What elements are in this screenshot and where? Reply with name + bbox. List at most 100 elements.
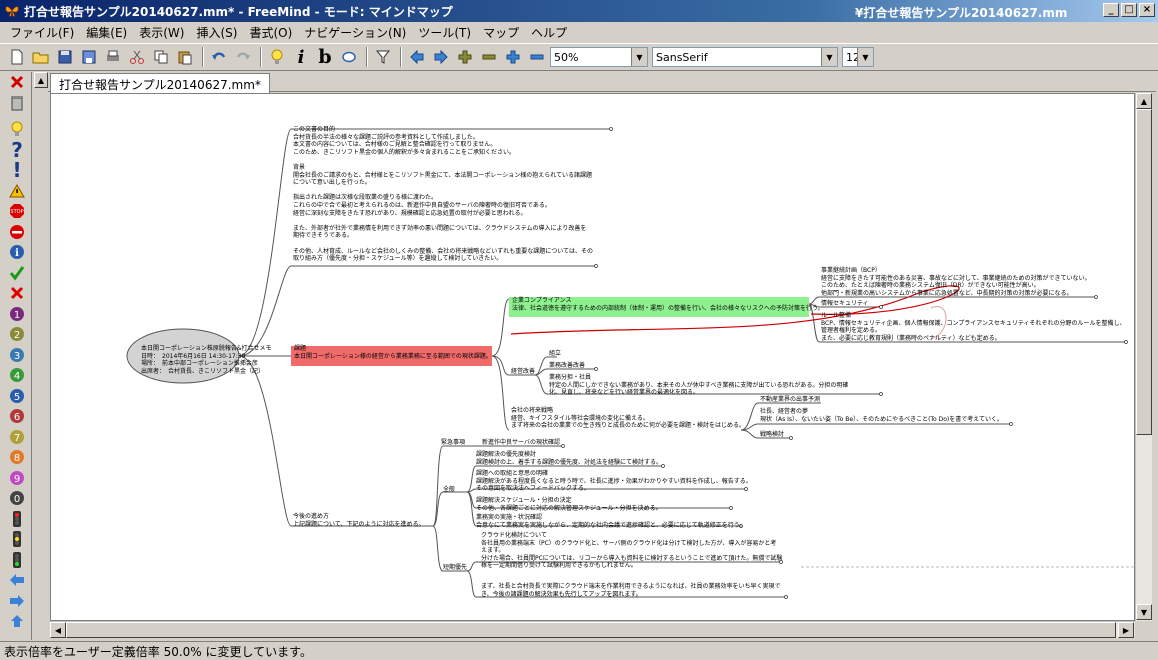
- urgent-node[interactable]: 緊急事項: [441, 439, 465, 447]
- policy-item-node[interactable]: 課題解決の優先度検討 課題検討の上、着手する課題の優先度、対処法を経験にて検討する…: [476, 451, 662, 466]
- zoom-out-icon[interactable]: [526, 46, 548, 68]
- maximize-button[interactable]: □: [1121, 3, 1137, 17]
- print-icon[interactable]: [102, 46, 124, 68]
- priority-0-icon[interactable]: 0: [5, 488, 29, 509]
- rules-node[interactable]: ルール整備 BCP、情報セキュリティ企画、個人情報保護、コンプライアンスセキュリ…: [821, 312, 1126, 342]
- trash-icon[interactable]: [5, 93, 29, 114]
- priority-4-icon[interactable]: 4: [5, 365, 29, 386]
- tab-map[interactable]: 打合せ報告サンプル20140627.mm*: [50, 73, 270, 93]
- navigate-back-icon[interactable]: [406, 46, 428, 68]
- menu-map[interactable]: マップ: [477, 24, 525, 41]
- issue-node[interactable]: 課題 本日開コーポレーション様の経営から業務業務に至る範囲での現状課題。: [294, 345, 492, 360]
- expand-plus-olive-icon[interactable]: [454, 46, 476, 68]
- vertical-scroll-thumb[interactable]: [1136, 109, 1152, 435]
- copy-icon[interactable]: [150, 46, 172, 68]
- priority-8-icon[interactable]: 8: [5, 447, 29, 468]
- traffic-light-green-icon[interactable]: [5, 550, 29, 571]
- traffic-light-yellow-icon[interactable]: [5, 529, 29, 550]
- no-entry-icon[interactable]: [5, 222, 29, 243]
- paste-icon[interactable]: [174, 46, 196, 68]
- mindmap-canvas[interactable]: 本日開コーポレーション株原脱報告&打合せメモ 日時： 2014年6月16日 14…: [50, 93, 1135, 621]
- save-icon[interactable]: [54, 46, 76, 68]
- scroll-left-icon[interactable]: ◀: [50, 622, 66, 638]
- warning-icon[interactable]: [5, 181, 29, 202]
- traffic-light-red-icon[interactable]: [5, 509, 29, 530]
- font-size-select[interactable]: 12 ▼: [842, 47, 874, 67]
- policy-item-node[interactable]: 課題解決スケジュール・分担の決定 その他、各課題ごとに対応の解決管理スケジュール・…: [476, 497, 662, 512]
- shortterm-item-node[interactable]: まず、社長と合村貨長で実際にクラウド端末を作業利用できるようになれば、社員の業務…: [481, 583, 780, 598]
- priority-6-icon[interactable]: 6: [5, 406, 29, 427]
- approach-node[interactable]: 今後の進め方 上記課題について、下記のように対応を進める。: [293, 513, 425, 528]
- top-info-node[interactable]: この文書の目的 合村貨長の半法の様々な課題ご説評の参考資料として作成しました。 本文…: [293, 126, 593, 263]
- filter-icon[interactable]: [372, 46, 394, 68]
- arrow-up-icon[interactable]: [5, 611, 29, 632]
- priority-3-icon[interactable]: 3: [5, 345, 29, 366]
- question-icon[interactable]: ?: [5, 138, 29, 162]
- font-family-select[interactable]: SansSerif ▼: [652, 47, 838, 67]
- icon-toolbar-scroll[interactable]: ▲: [34, 72, 48, 90]
- menu-insert[interactable]: 挿入(S): [190, 24, 243, 41]
- urgent-item-node[interactable]: 新進作中良サーバの現状確認: [482, 439, 560, 447]
- management-node[interactable]: 経営改善: [511, 368, 535, 376]
- minimize-button[interactable]: _: [1103, 3, 1119, 17]
- root-node[interactable]: 本日開コーポレーション株原脱報告&打合せメモ 日時： 2014年6月16日 14…: [141, 345, 272, 375]
- stop-sign-icon[interactable]: STOP: [5, 201, 29, 222]
- collapse-minus-olive-icon[interactable]: [478, 46, 500, 68]
- remove-icon-icon[interactable]: [5, 72, 29, 93]
- redo-icon[interactable]: [232, 46, 254, 68]
- customers-node[interactable]: 社長、経営者の夢 現状（As Is）、ないたい姿（To Be）、そのためにやるべ…: [760, 408, 1003, 423]
- undo-icon[interactable]: [208, 46, 230, 68]
- vertical-scrollbar[interactable]: ▲ ▼: [1135, 93, 1152, 621]
- info-icon[interactable]: i: [5, 242, 29, 263]
- cut-icon[interactable]: [126, 46, 148, 68]
- menu-view[interactable]: 表示(W): [133, 24, 190, 41]
- italic-button[interactable]: i: [290, 46, 312, 68]
- priority-9-icon[interactable]: 9: [5, 468, 29, 489]
- horizontal-scrollbar[interactable]: ◀ ▶: [50, 621, 1135, 638]
- compliance-node[interactable]: 企業コンプライアンス 法律、社会道徳を遵守するための内部統制（体制・運用）の整備…: [512, 297, 824, 312]
- menu-edit[interactable]: 編集(E): [80, 24, 133, 41]
- zoom-in-icon[interactable]: [502, 46, 524, 68]
- shortterm-node[interactable]: 短期優先: [443, 564, 467, 572]
- idea-bulb-icon[interactable]: [266, 46, 288, 68]
- menu-navigation[interactable]: ナビゲーション(N): [298, 24, 412, 41]
- shortterm-item-node[interactable]: クラウド化検討について 各社員用の業務端末（PC）のクラウド化と、サーバ側のクラウ…: [481, 532, 782, 570]
- strategy-review-node[interactable]: 戦略検討: [760, 431, 784, 439]
- business-improvement-node[interactable]: 業務改善改善: [549, 362, 585, 370]
- bold-button[interactable]: b: [314, 46, 336, 68]
- menu-format[interactable]: 書式(O): [243, 24, 298, 41]
- priority-7-icon[interactable]: 7: [5, 427, 29, 448]
- hr-training-node[interactable]: 業務分担・社員 特定の人間にしかできない業務があり、本来その人が休中すべき業務に…: [549, 374, 848, 397]
- scroll-up-icon[interactable]: ▲: [1136, 93, 1152, 109]
- info-security-node[interactable]: 情報セキュリティ: [821, 300, 869, 308]
- exclamation-icon[interactable]: !: [5, 158, 29, 182]
- arrow-left-icon[interactable]: [5, 570, 29, 591]
- bcp-node[interactable]: 事業継続計画（BCP） 経営に支障をきたす可能性のある災害、事故などに対して、事…: [821, 267, 1091, 297]
- policy-item-node[interactable]: 課題への取組と意思の明確 課題解決がある程度長くなると時う時で、社長に進捗・効果が…: [476, 470, 752, 493]
- navigate-forward-icon[interactable]: [430, 46, 452, 68]
- open-folder-icon[interactable]: [30, 46, 52, 68]
- menu-help[interactable]: ヘルプ: [525, 24, 573, 41]
- horizontal-scroll-thumb[interactable]: [66, 622, 1116, 638]
- menu-tools[interactable]: ツール(T): [412, 24, 477, 41]
- priority-5-icon[interactable]: 5: [5, 386, 29, 407]
- chevron-down-icon[interactable]: ▼: [821, 48, 837, 66]
- checkmark-icon[interactable]: [5, 263, 29, 284]
- scroll-down-icon[interactable]: ▼: [1136, 604, 1152, 620]
- real-estate-node[interactable]: 不動産業界の出事予測: [760, 396, 820, 404]
- new-file-icon[interactable]: [6, 46, 28, 68]
- save-as-icon[interactable]: [78, 46, 100, 68]
- cloud-icon[interactable]: [338, 46, 360, 68]
- org-design-node[interactable]: 組立: [549, 350, 561, 358]
- cross-icon[interactable]: [5, 283, 29, 304]
- chevron-down-icon[interactable]: ▼: [631, 48, 647, 66]
- priority-1-icon[interactable]: 1: [5, 304, 29, 325]
- policy-node[interactable]: 全般: [443, 486, 455, 494]
- menu-file[interactable]: ファイル(F): [4, 24, 80, 41]
- policy-item-node[interactable]: 業務実の実施・状況確認 合意なにて業務実を実施しながら、定期的な社内会議で進捗確認…: [476, 514, 745, 529]
- close-button[interactable]: ×: [1139, 3, 1155, 17]
- zoom-select[interactable]: 50% ▼: [550, 47, 648, 67]
- priority-2-icon[interactable]: 2: [5, 324, 29, 345]
- scroll-right-icon[interactable]: ▶: [1118, 622, 1134, 638]
- arrow-right-icon[interactable]: [5, 591, 29, 612]
